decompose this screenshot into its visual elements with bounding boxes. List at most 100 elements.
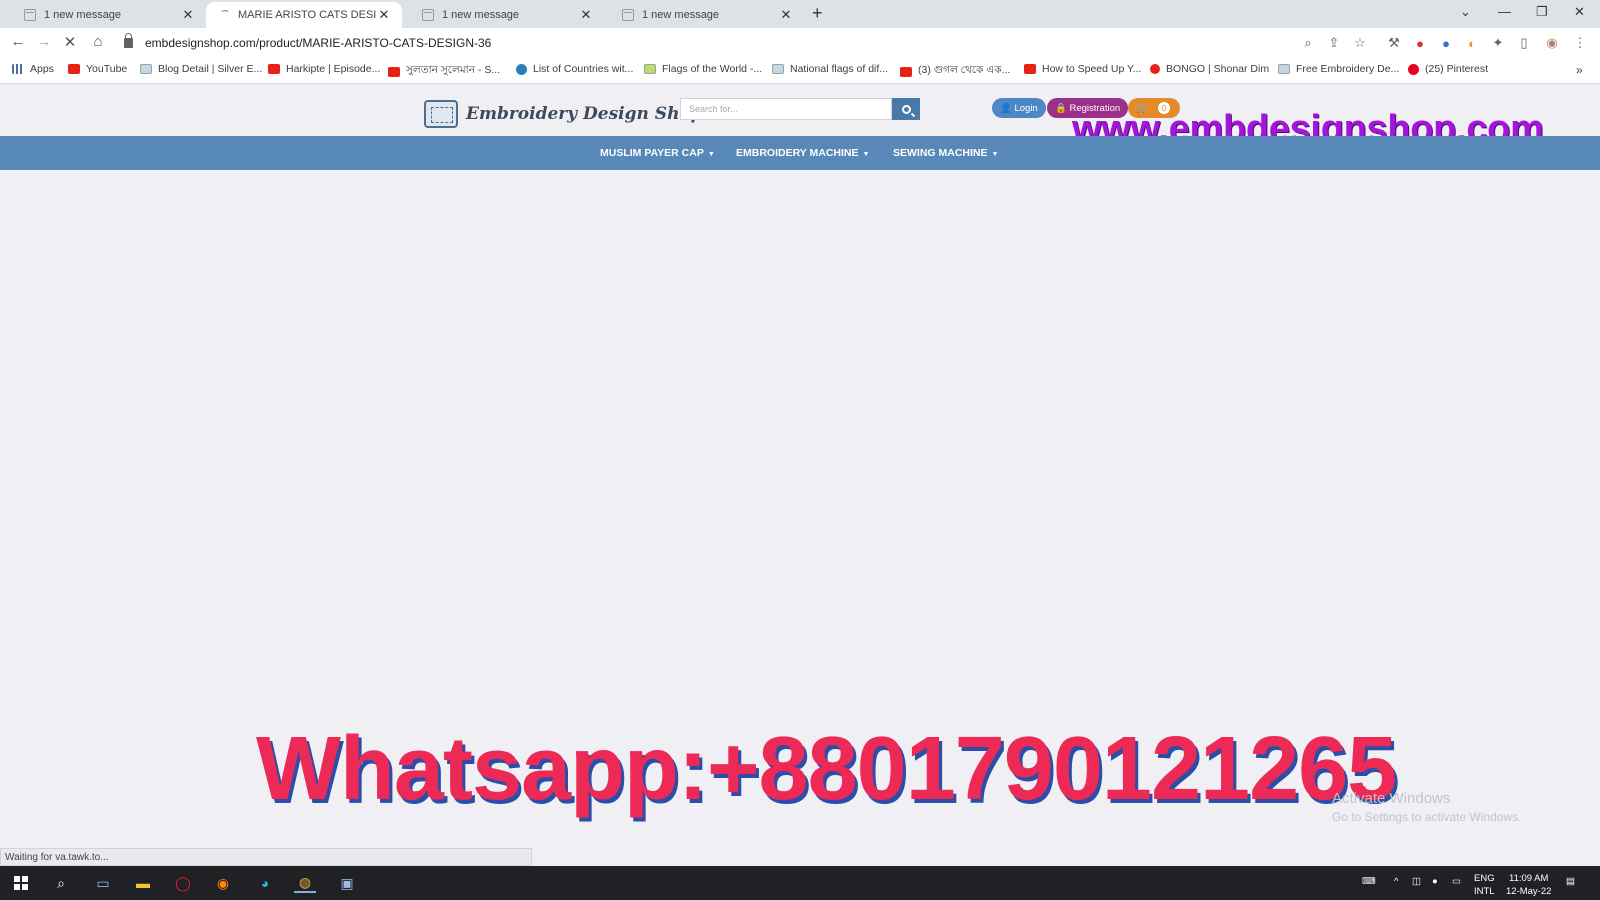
edge-icon[interactable]: ◕ <box>254 873 276 893</box>
back-icon[interactable]: ← <box>8 33 28 50</box>
forward-icon[interactable]: → <box>34 33 54 50</box>
site-nav: MUSLIM PAYER CAP ▼ EMBROIDERY MACHINE ▼ SE… <box>0 136 1600 170</box>
windows-logo-icon <box>14 876 28 890</box>
notifications-icon[interactable]: ▤ <box>1566 875 1575 888</box>
youtube-icon <box>900 66 912 77</box>
pinterest-icon <box>1408 63 1419 75</box>
tab-title: 1 new message <box>44 9 122 21</box>
nav-sewing-machine[interactable]: SEWING MACHINE ▼ <box>893 147 998 159</box>
bookmark-free-embroidery[interactable]: Free Embroidery De... <box>1278 63 1399 75</box>
browser-tab[interactable]: 1 new message ✕ <box>408 2 604 28</box>
extension-color-icon[interactable]: ◐ <box>1464 35 1480 51</box>
activate-windows-title: Activate Windows <box>1332 790 1451 807</box>
site-icon <box>644 64 656 74</box>
microphone-icon[interactable]: ● <box>1432 875 1438 888</box>
bookmark-harkipte[interactable]: Harkipte | Episode... <box>268 63 380 75</box>
app-window-icon[interactable]: ▣ <box>336 873 358 893</box>
clock[interactable]: 11:09 AM 12-May-22 <box>1506 872 1551 898</box>
chrome-icon[interactable]: ◍ <box>294 873 316 893</box>
bookmark-pinterest[interactable]: (25) Pinterest <box>1408 63 1488 75</box>
search-icon <box>901 104 911 114</box>
minimize-button[interactable]: — <box>1498 4 1511 19</box>
loading-spinner-icon <box>220 10 230 20</box>
caret-down-icon: ▼ <box>862 151 870 158</box>
youtube-icon <box>268 64 280 74</box>
extension-red-icon[interactable]: ● <box>1412 35 1428 51</box>
search-button[interactable] <box>892 98 920 120</box>
share-icon[interactable]: ⇪ <box>1326 35 1342 51</box>
browser-status-bar: Waiting for va.tawk.to... <box>0 848 532 866</box>
lock-icon: 🔒 <box>1055 102 1070 114</box>
close-icon[interactable]: ✕ <box>376 7 392 23</box>
language-indicator[interactable]: ENG INTL <box>1474 872 1495 898</box>
tab-title: 1 new message <box>442 9 520 21</box>
extension-blue-icon[interactable]: ● <box>1438 35 1454 51</box>
bookmark-flags-of-the-world[interactable]: Flags of the World -... <box>644 63 762 75</box>
site-logo[interactable]: Embroidery Design Shop <box>424 100 703 128</box>
login-button[interactable]: 👤 Login <box>992 98 1046 118</box>
url-text: embdesignshop.com/product/MARIE-ARISTO-C… <box>145 36 492 50</box>
url-bar[interactable]: embdesignshop.com/product/MARIE-ARISTO-C… <box>124 32 1304 54</box>
bookmark-apps[interactable]: Apps <box>12 63 54 75</box>
site-icon <box>1150 64 1160 74</box>
task-view-icon[interactable]: ▭ <box>92 873 114 893</box>
more-bookmarks-icon[interactable]: » <box>1576 63 1583 77</box>
bookmark-bongo[interactable]: BONGO | Shonar Dim <box>1150 63 1269 75</box>
bookmark-national-flags[interactable]: National flags of dif... <box>772 63 888 75</box>
bookmark-how-to-speed-up[interactable]: How to Speed Up Y... <box>1024 63 1141 75</box>
extensions-puzzle-icon[interactable]: ✦ <box>1490 35 1506 51</box>
side-panel-icon[interactable]: ▯ <box>1516 35 1532 51</box>
caret-down-icon: ▼ <box>991 151 999 158</box>
restore-button[interactable]: ❐ <box>1536 4 1548 20</box>
network-icon[interactable]: ▭ <box>1452 875 1461 888</box>
bookmark-star-icon[interactable]: ☆ <box>1352 35 1368 51</box>
browser-tab[interactable]: 1 new message ✕ <box>608 2 804 28</box>
menu-kebab-icon[interactable]: ⋮ <box>1572 35 1588 51</box>
lock-icon <box>124 33 133 48</box>
youtube-icon <box>388 66 400 77</box>
bookmark-sultan-suleman[interactable]: সুলতান সুলেমান - S... <box>388 63 500 80</box>
tab-search-icon[interactable]: ⌄ <box>1460 4 1471 20</box>
profile-avatar-icon[interactable]: ◉ <box>1544 35 1560 51</box>
stop-loading-icon[interactable]: ✕ <box>60 33 80 51</box>
camera-icon[interactable]: ◫ <box>1412 875 1421 888</box>
bookmark-blog-detail[interactable]: Blog Detail | Silver E... <box>140 63 262 75</box>
close-icon[interactable]: ✕ <box>578 7 594 23</box>
mail-icon <box>422 9 434 21</box>
windows-taskbar: ⌕ ▭ ▬ ◯ ◉ ◕ ◍ ▣ ⌨ ^ ◫ ● ▭ ENG INTL 11:09… <box>0 866 1600 900</box>
youtube-icon <box>68 64 80 74</box>
browser-tab-active[interactable]: MARIE ARISTO CATS DESIGN (36) ✕ <box>206 2 402 28</box>
globe-icon <box>516 63 527 75</box>
file-explorer-icon[interactable]: ▬ <box>132 873 154 893</box>
keyboard-icon[interactable]: ⌨ <box>1362 875 1376 888</box>
logo-mark-icon <box>424 100 458 128</box>
search-icon[interactable]: ⌕ <box>50 873 72 893</box>
close-icon[interactable]: ✕ <box>778 7 794 23</box>
apps-icon <box>12 64 24 74</box>
extension-tools-icon[interactable]: ⚒ <box>1386 35 1402 51</box>
bookmark-google-video[interactable]: (3) গুগল থেকে এক... <box>900 63 1010 80</box>
nav-muslim-payer-cap[interactable]: MUSLIM PAYER CAP ▼ <box>600 147 715 159</box>
site-icon <box>1278 64 1290 74</box>
home-icon[interactable]: ⌂ <box>88 33 108 50</box>
youtube-icon <box>1024 64 1036 74</box>
close-window-button[interactable]: ✕ <box>1574 4 1585 20</box>
browser-tab[interactable]: 1 new message ✕ <box>10 2 206 28</box>
zoom-icon[interactable]: ⌕ <box>1300 35 1316 51</box>
close-icon[interactable]: ✕ <box>180 7 196 23</box>
nav-embroidery-machine[interactable]: EMBROIDERY MACHINE ▼ <box>736 147 869 159</box>
search-input[interactable]: Search for... <box>680 98 892 120</box>
opera-icon[interactable]: ◯ <box>172 873 194 893</box>
new-tab-button[interactable]: + <box>812 3 823 24</box>
firefox-icon[interactable]: ◉ <box>212 873 234 893</box>
tab-title: 1 new message <box>642 9 720 21</box>
logo-text: Embroidery Design Shop <box>466 104 703 124</box>
bookmarks-bar: Apps YouTube Blog Detail | Silver E... H… <box>0 58 1600 84</box>
start-button[interactable] <box>10 873 32 893</box>
site-icon <box>772 64 784 74</box>
bookmark-list-of-countries[interactable]: List of Countries wit... <box>516 63 633 75</box>
activate-windows-subtitle: Go to Settings to activate Windows. <box>1332 810 1522 824</box>
mail-icon <box>24 9 36 21</box>
tray-expand-icon[interactable]: ^ <box>1394 875 1398 888</box>
bookmark-youtube[interactable]: YouTube <box>68 63 127 75</box>
